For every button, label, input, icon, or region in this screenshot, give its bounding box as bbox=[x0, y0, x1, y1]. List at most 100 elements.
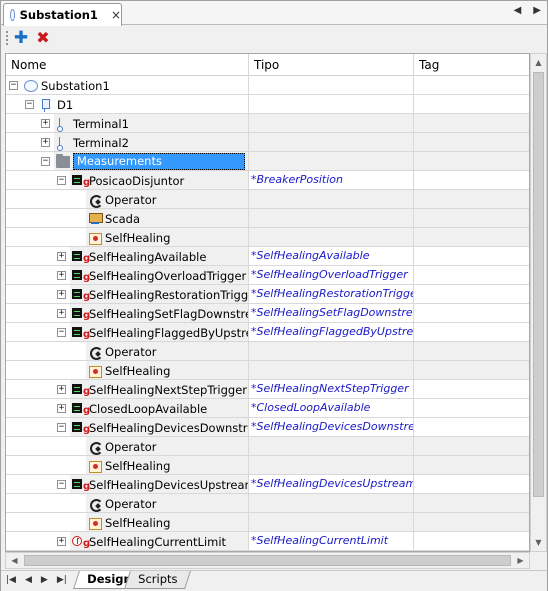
horizontal-scroll-thumb[interactable] bbox=[24, 555, 511, 566]
cell-tag[interactable] bbox=[414, 532, 529, 551]
cell-tipo[interactable]: *SelfHealingFlaggedByUpstream bbox=[249, 323, 414, 342]
vertical-scrollbar[interactable]: ▲ ▼ bbox=[530, 53, 547, 552]
cell-tag[interactable] bbox=[414, 247, 529, 266]
tree-row[interactable]: Scada bbox=[6, 209, 529, 228]
cell-tipo[interactable] bbox=[249, 228, 414, 247]
cell-nome[interactable]: + g SelfHealingOverloadTrigger bbox=[6, 266, 249, 285]
cell-tag[interactable] bbox=[414, 304, 529, 323]
cell-tipo[interactable] bbox=[249, 513, 414, 532]
cell-tag[interactable] bbox=[414, 342, 529, 361]
expand-toggle-icon[interactable]: + bbox=[41, 138, 50, 147]
cell-tipo[interactable] bbox=[249, 152, 414, 171]
cell-tipo[interactable]: *SelfHealingAvailable bbox=[249, 247, 414, 266]
tree-row[interactable]: − D1 bbox=[6, 95, 529, 114]
toolbar-grip-icon[interactable] bbox=[5, 30, 9, 46]
tree-row[interactable]: SelfHealing bbox=[6, 361, 529, 380]
scroll-left-arrow-icon[interactable]: ◀ bbox=[6, 553, 23, 568]
tree-row[interactable]: Operator bbox=[6, 437, 529, 456]
cell-nome[interactable]: Operator bbox=[6, 190, 249, 209]
document-tab-substation1[interactable]: Substation1 × bbox=[3, 3, 122, 26]
cell-tag[interactable] bbox=[414, 513, 529, 532]
cell-nome[interactable]: − g PosicaoDisjuntor bbox=[6, 171, 249, 190]
cell-nome[interactable]: Operator bbox=[6, 437, 249, 456]
tree-row[interactable]: + g SelfHealingOverloadTrigger *SelfHealing… bbox=[6, 266, 529, 285]
tree-node[interactable]: Operator bbox=[88, 190, 156, 208]
tree-node[interactable]: g SelfHealingCurrentLimit bbox=[72, 532, 226, 550]
tree-node[interactable]: Substation1 bbox=[24, 76, 110, 94]
scroll-up-arrow-icon[interactable]: ▲ bbox=[531, 54, 546, 71]
tree-row[interactable]: + g SelfHealingRestorationTrigger *SelfHeal… bbox=[6, 285, 529, 304]
cell-tipo[interactable]: *ClosedLoopAvailable bbox=[249, 399, 414, 418]
cell-nome[interactable]: − g SelfHealingDevicesUpstream bbox=[6, 475, 249, 494]
expand-toggle-icon[interactable]: + bbox=[57, 404, 66, 413]
close-icon[interactable]: × bbox=[111, 8, 121, 22]
tree-row[interactable]: SelfHealing bbox=[6, 228, 529, 247]
tree-row[interactable]: Operator bbox=[6, 342, 529, 361]
cell-nome[interactable]: + g SelfHealingCurrentLimit bbox=[6, 532, 249, 551]
cell-tag[interactable] bbox=[414, 95, 529, 114]
expand-toggle-icon[interactable]: + bbox=[57, 290, 66, 299]
cell-tag[interactable] bbox=[414, 475, 529, 494]
tree-node[interactable]: gSelfHealingSetFlagDownstream bbox=[72, 304, 248, 322]
cell-tag[interactable] bbox=[414, 228, 529, 247]
tree-node[interactable]: Measurements bbox=[56, 152, 245, 170]
cell-tag[interactable] bbox=[414, 399, 529, 418]
collapse-toggle-icon[interactable]: − bbox=[57, 328, 66, 337]
tree-row[interactable]: − Measurements bbox=[6, 152, 529, 171]
cell-tag[interactable] bbox=[414, 190, 529, 209]
tab-next-arrow-icon[interactable]: ▶ bbox=[533, 5, 541, 16]
column-header-tipo[interactable]: Tipo bbox=[249, 54, 414, 76]
cell-nome[interactable]: + g ClosedLoopAvailable bbox=[6, 399, 249, 418]
tree-row[interactable]: + g SelfHealingAvailable *SelfHealingAvaila… bbox=[6, 247, 529, 266]
cell-tipo[interactable]: *SelfHealingOverloadTrigger bbox=[249, 266, 414, 285]
cell-nome[interactable]: + g SelfHealingRestorationTrigger bbox=[6, 285, 249, 304]
cell-tipo[interactable]: *SelfHealingRestorationTrigger bbox=[249, 285, 414, 304]
tree-row[interactable]: − g PosicaoDisjuntor *BreakerPosition bbox=[6, 171, 529, 190]
tree-row[interactable]: + Terminal1 bbox=[6, 114, 529, 133]
tab-scripts[interactable]: Scripts bbox=[124, 571, 192, 589]
cell-tipo[interactable] bbox=[249, 209, 414, 228]
tree-row[interactable]: − g SelfHealingDevicesUpstream *SelfHealing… bbox=[6, 475, 529, 494]
expand-toggle-icon[interactable]: + bbox=[57, 537, 66, 546]
collapse-toggle-icon[interactable]: − bbox=[57, 176, 66, 185]
tree-row[interactable]: −gSelfHealingDevicesDownstream*SelfHeali… bbox=[6, 418, 529, 437]
cell-nome[interactable]: −gSelfHealingDevicesDownstream bbox=[6, 418, 249, 437]
last-tab-icon[interactable]: ▶| bbox=[57, 575, 67, 585]
delete-button[interactable]: ✖ bbox=[33, 28, 53, 48]
cell-nome[interactable]: − Substation1 bbox=[6, 76, 249, 95]
tree-row[interactable]: Operator bbox=[6, 190, 529, 209]
tree-node[interactable]: gSelfHealingFlaggedByUpstream bbox=[72, 323, 248, 341]
cell-nome[interactable]: −gSelfHealingFlaggedByUpstream bbox=[6, 323, 249, 342]
cell-nome[interactable]: SelfHealing bbox=[6, 513, 249, 532]
cell-tag[interactable] bbox=[414, 209, 529, 228]
cell-tag[interactable] bbox=[414, 361, 529, 380]
cell-nome[interactable]: SelfHealing bbox=[6, 228, 249, 247]
cell-nome[interactable]: + g SelfHealingNextStepTrigger bbox=[6, 380, 249, 399]
scroll-right-arrow-icon[interactable]: ▶ bbox=[512, 553, 529, 568]
cell-tipo[interactable]: *SelfHealingDevicesUpstream bbox=[249, 475, 414, 494]
cell-nome[interactable]: − Measurements bbox=[6, 152, 249, 171]
previous-tab-icon[interactable]: ◀ bbox=[25, 575, 32, 585]
horizontal-scrollbar[interactable]: ◀ ▶ bbox=[5, 552, 530, 569]
scroll-down-arrow-icon[interactable]: ▼ bbox=[531, 534, 546, 551]
collapse-toggle-icon[interactable]: − bbox=[9, 81, 18, 90]
tree-node[interactable]: g SelfHealingOverloadTrigger bbox=[72, 266, 246, 284]
cell-nome[interactable]: Scada bbox=[6, 209, 249, 228]
cell-nome[interactable]: + gSelfHealingSetFlagDownstream bbox=[6, 304, 249, 323]
tree-node[interactable]: gSelfHealingDevicesDownstream bbox=[72, 418, 248, 436]
cell-nome[interactable]: + g SelfHealingAvailable bbox=[6, 247, 249, 266]
cell-nome[interactable]: SelfHealing bbox=[6, 456, 249, 475]
tree-node[interactable]: Operator bbox=[88, 494, 156, 512]
cell-tag[interactable] bbox=[414, 285, 529, 304]
expand-toggle-icon[interactable]: + bbox=[57, 271, 66, 280]
tree-node[interactable]: Terminal2 bbox=[56, 133, 129, 151]
tree-node[interactable]: SelfHealing bbox=[88, 361, 170, 379]
tree-node[interactable]: SelfHealing bbox=[88, 456, 170, 474]
cell-nome[interactable]: + Terminal1 bbox=[6, 114, 249, 133]
tree-node[interactable]: g SelfHealingRestorationTrigger bbox=[72, 285, 248, 303]
tree-node[interactable]: g SelfHealingAvailable bbox=[72, 247, 206, 265]
expand-toggle-icon[interactable]: + bbox=[57, 385, 66, 394]
cell-tipo[interactable] bbox=[249, 95, 414, 114]
tree-row[interactable]: SelfHealing bbox=[6, 513, 529, 532]
cell-tipo[interactable]: *SelfHealingDevicesDownstream bbox=[249, 418, 414, 437]
